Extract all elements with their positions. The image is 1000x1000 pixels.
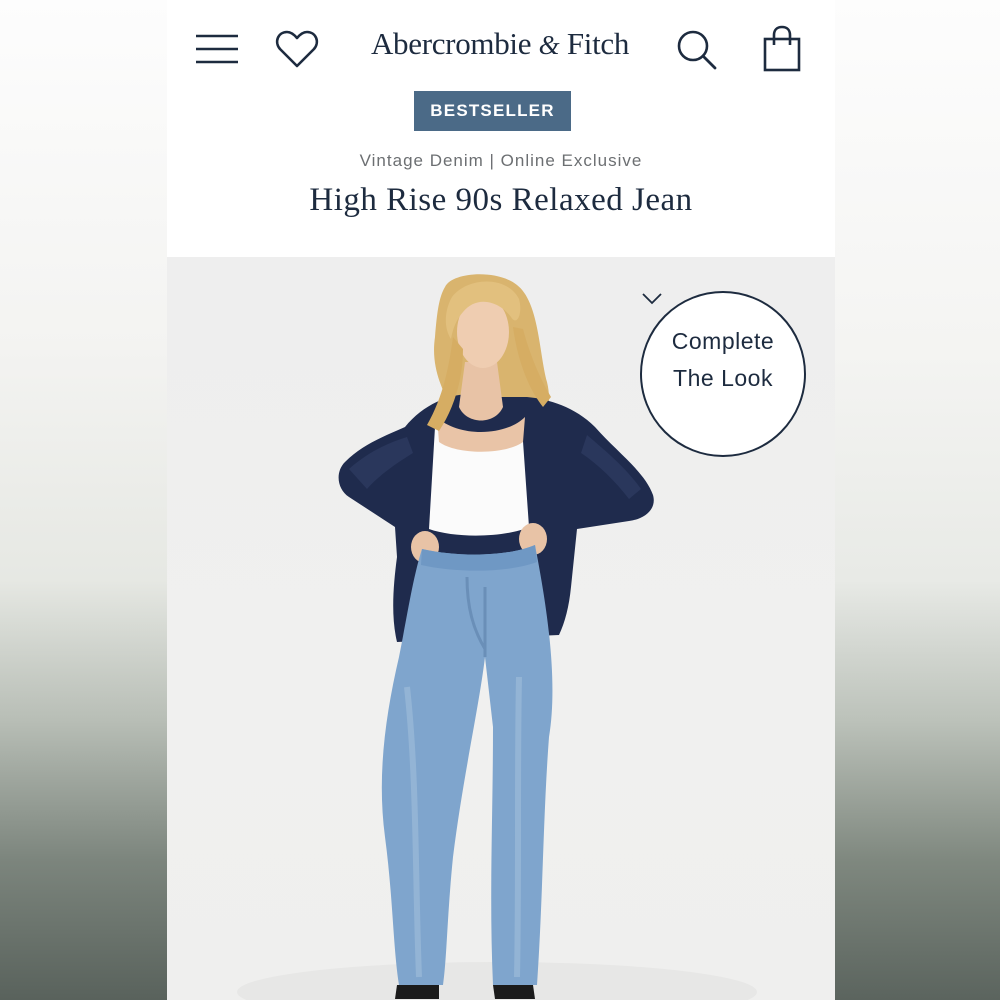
- search-button[interactable]: [673, 26, 721, 74]
- brand-logo-ampersand: &: [538, 30, 560, 60]
- bestseller-badge: BESTSELLER: [414, 91, 571, 131]
- site-header: Abercrombie & Fitch: [167, 0, 835, 100]
- search-icon: [677, 30, 717, 70]
- complete-the-look-line2: The Look: [673, 365, 773, 391]
- left-backdrop: [0, 0, 167, 1000]
- complete-the-look-button[interactable]: Complete The Look: [640, 291, 806, 457]
- brand-logo[interactable]: Abercrombie & Fitch: [327, 26, 673, 62]
- brand-logo-word1: Abercrombie: [370, 26, 532, 61]
- chevron-down-icon: [642, 293, 662, 305]
- heart-icon: [275, 30, 319, 68]
- hamburger-menu-icon: [196, 34, 238, 64]
- shopping-bag-icon: [763, 25, 801, 72]
- complete-the-look-line1: Complete: [671, 328, 775, 354]
- product-hero-image[interactable]: Complete The Look: [167, 257, 835, 1000]
- complete-the-look-label: Complete The Look: [642, 323, 804, 397]
- menu-button[interactable]: [193, 28, 241, 70]
- wishlist-button[interactable]: [273, 26, 321, 72]
- product-collection-subtitle: Vintage Denim | Online Exclusive: [359, 151, 643, 170]
- right-backdrop: [835, 0, 1000, 1000]
- product-title: High Rise 90s Relaxed Jean: [309, 182, 693, 218]
- shopping-bag-button[interactable]: [759, 24, 805, 74]
- brand-logo-word2: Fitch: [566, 26, 630, 61]
- product-page: Abercrombie & Fitch BESTSELLER Vintage D…: [167, 0, 835, 1000]
